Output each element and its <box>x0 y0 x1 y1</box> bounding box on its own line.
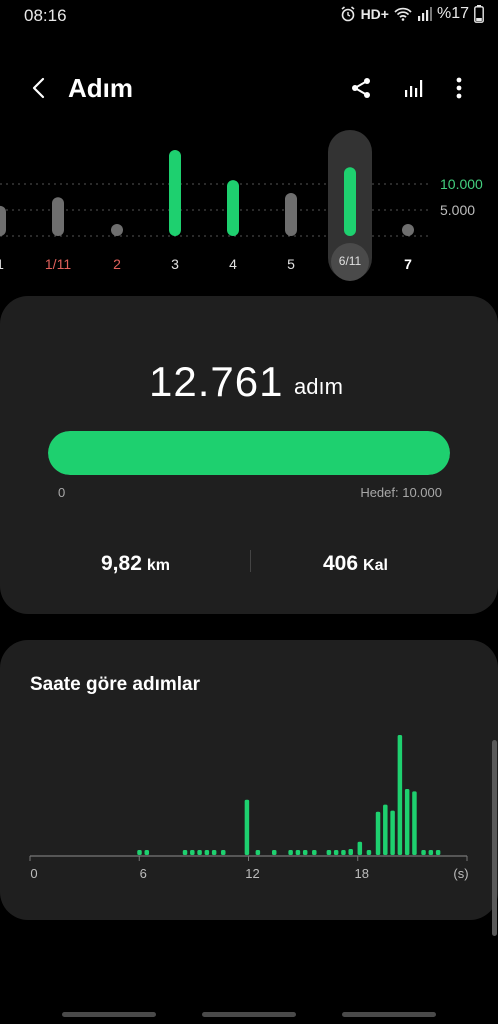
status-time: 08:16 <box>24 6 67 25</box>
hour-bar <box>348 849 353 855</box>
hour-bar <box>357 841 363 855</box>
day-label[interactable]: 1/11 <box>38 256 78 272</box>
hour-bar <box>333 850 339 855</box>
day-label[interactable]: 3 <box>155 256 195 272</box>
day-label[interactable]: 5 <box>271 256 311 272</box>
day-label[interactable]: 4 <box>213 256 253 272</box>
steps-count: 12.761 <box>149 358 284 405</box>
hour-bar <box>204 850 210 855</box>
hour-bar <box>390 810 395 855</box>
day-bar <box>227 180 239 236</box>
day-label[interactable]: 1 <box>0 256 20 272</box>
alarm-icon <box>340 6 356 22</box>
more-options-button[interactable] <box>443 72 475 104</box>
hour-axis-label: 12 <box>245 866 260 881</box>
hour-bar <box>383 804 388 855</box>
steps-unit: adım <box>294 374 343 399</box>
hour-bar <box>197 850 202 855</box>
hour-bar <box>375 811 381 855</box>
wifi-icon <box>394 7 412 21</box>
hour-bar <box>288 850 293 855</box>
hour-bar <box>366 850 372 855</box>
hour-bar <box>404 789 410 855</box>
calorie-stat: 406 Kal <box>323 552 388 576</box>
day-bar <box>285 193 297 236</box>
hour-axis-label: 0 <box>30 866 38 881</box>
distance-unit: km <box>146 557 170 574</box>
nav-home-handle[interactable] <box>202 1012 296 1017</box>
share-button[interactable] <box>345 72 377 104</box>
bar-stats-icon <box>405 80 423 97</box>
day-bar <box>402 224 414 236</box>
stat-divider <box>250 550 251 572</box>
hour-bar <box>182 850 188 855</box>
hour-bar <box>397 735 403 855</box>
progress-goal-label: Hedef: 10.000 <box>360 485 442 500</box>
hour-bar <box>295 850 301 855</box>
day-bar <box>52 197 64 236</box>
day-label[interactable]: 6/11 <box>330 254 370 268</box>
distance-value: 9,82 <box>101 552 142 575</box>
calorie-value: 406 <box>323 552 359 575</box>
day-bar <box>0 205 6 236</box>
day-label[interactable]: 2 <box>97 256 137 272</box>
network-type-label: HD+ <box>360 6 389 22</box>
progress-min-label: 0 <box>58 485 66 500</box>
battery-icon <box>474 5 484 23</box>
more-vert-icon <box>456 77 462 99</box>
hour-bar <box>211 850 217 855</box>
goal-line-label-primary: 10.000 <box>440 176 483 192</box>
day-label[interactable]: 7 <box>388 256 428 272</box>
day-bar <box>344 167 356 236</box>
scrollbar[interactable] <box>492 740 497 936</box>
calorie-unit: Kal <box>363 557 388 574</box>
status-icons: HD+ %17 <box>340 5 484 23</box>
hour-bar <box>190 850 195 855</box>
weekly-steps-chart[interactable]: 10.000 5.000 1 1/11 2 3 4 5 6/11 7 <box>0 128 498 288</box>
steps-progress-fill <box>48 431 450 475</box>
hour-bar <box>312 850 317 855</box>
hour-bar <box>221 850 226 855</box>
nav-recents-handle[interactable] <box>62 1012 156 1017</box>
status-bar: 08:16 HD+ %17 <box>0 0 498 32</box>
distance-stat: 9,82 km <box>101 552 170 576</box>
stats-button[interactable] <box>398 72 430 104</box>
hour-bar <box>144 850 150 855</box>
hour-bar <box>271 850 277 855</box>
navigation-bar <box>0 1010 498 1024</box>
share-icon <box>352 78 370 98</box>
back-button[interactable] <box>22 72 54 104</box>
page-title: Adım <box>68 73 133 103</box>
day-bar <box>111 224 123 236</box>
hour-bar <box>428 850 434 855</box>
hour-axis-label: 18 <box>354 866 369 881</box>
hour-axis-label: 6 <box>139 866 147 881</box>
hourly-steps-card[interactable]: Saate göre adımlar 0 6 12 18 (s) <box>0 640 498 920</box>
hour-bar <box>244 799 250 855</box>
hour-bar <box>435 850 441 855</box>
signal-icon <box>417 7 432 21</box>
app-bar: Adım <box>0 62 498 114</box>
hour-axis-label: (s) <box>453 866 469 881</box>
battery-percent: %17 <box>436 5 469 22</box>
steps-progress-bar <box>48 431 450 475</box>
hour-bar <box>326 850 332 855</box>
hour-bar <box>255 850 261 855</box>
goal-line-label-secondary: 5.000 <box>440 202 476 218</box>
hour-bar <box>302 850 308 855</box>
back-chevron-icon <box>32 77 45 99</box>
hour-bar <box>421 850 426 855</box>
hour-bar <box>137 850 142 855</box>
day-bar <box>169 150 181 236</box>
hour-bar <box>341 850 346 855</box>
nav-back-handle[interactable] <box>342 1012 436 1017</box>
steps-summary-card: 12.761 adım 0 Hedef: 10.000 9,82 km 406 … <box>0 296 498 614</box>
hour-bar <box>412 791 417 855</box>
